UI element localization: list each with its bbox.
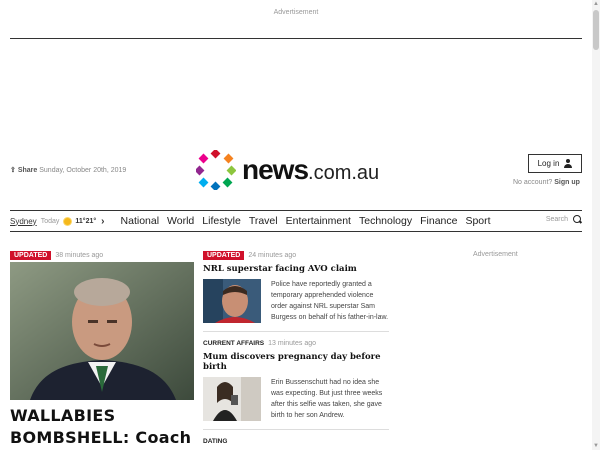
section-links: National World Lifestyle Travel Entertai…	[121, 215, 499, 227]
search-icon	[573, 215, 582, 224]
weather-day: Today	[40, 217, 60, 225]
story-thumbnail[interactable]	[203, 279, 261, 323]
story-summary: Police have reportedly granted a tempora…	[271, 281, 389, 321]
story-card[interactable]: UPDATED 24 minutes ago NRL superstar fac…	[203, 250, 389, 323]
weather-temps: 11°21°	[75, 217, 97, 225]
top-ad-divider	[10, 38, 582, 39]
updated-badge: UPDATED	[10, 251, 52, 260]
nav-item-finance[interactable]: Finance	[420, 215, 457, 227]
login-label: Log in	[537, 159, 560, 168]
chevron-right-icon[interactable]: ›	[101, 216, 104, 227]
nav-item-travel[interactable]: Travel	[249, 215, 278, 227]
sun-icon	[64, 217, 72, 225]
story-title[interactable]: NRL superstar facing AVO claim	[203, 264, 389, 274]
story-time: 13 minutes ago	[268, 340, 317, 347]
story-title[interactable]: Mum discovers pregnancy day before birth	[203, 352, 389, 372]
nav-item-world[interactable]: World	[167, 215, 194, 227]
scroll-up-arrow-icon[interactable]: ▲	[592, 0, 600, 8]
current-date: Sunday, October 20th, 2019	[39, 167, 127, 174]
story-summary: Erin Bussenschutt had no idea she was ex…	[271, 379, 383, 419]
scrollbar-thumb[interactable]	[593, 10, 599, 50]
updated-badge: UPDATED	[203, 251, 245, 260]
lead-story[interactable]: UPDATED 38 minutes ago WALLABIES BOMBSHE…	[10, 250, 194, 449]
user-icon	[564, 159, 573, 168]
scroll-down-arrow-icon[interactable]: ▼	[592, 442, 600, 450]
story-time: 24 minutes ago	[248, 252, 297, 259]
search-label: Search	[545, 216, 568, 223]
divider	[203, 429, 389, 430]
vertical-scrollbar[interactable]: ▲ ▼	[592, 0, 600, 450]
main-nav: Sydney Today 11°21° › National World Lif…	[10, 210, 582, 232]
side-ad-label: Advertisement	[473, 251, 518, 258]
share-link[interactable]: ⇪ Share	[10, 167, 37, 174]
logo-dots-icon	[196, 150, 236, 190]
site-logo[interactable]: news.com.au	[196, 150, 379, 190]
logo-wordmark: news.com.au	[242, 154, 380, 185]
signup-link[interactable]: Sign up	[554, 179, 580, 186]
account-prompt: No account? Sign up	[513, 179, 580, 186]
nav-item-technology[interactable]: Technology	[359, 215, 412, 227]
story-time: 38 minutes ago	[55, 252, 104, 259]
story-kicker[interactable]: DATING	[203, 438, 227, 445]
weather-city-link[interactable]: Sydney	[10, 217, 37, 226]
story-thumbnail[interactable]	[203, 377, 261, 421]
story-card[interactable]: DATING	[203, 436, 389, 447]
date-line: ⇪ Share Sunday, October 20th, 2019	[10, 166, 126, 174]
lead-story-image[interactable]	[10, 262, 194, 400]
nav-item-entertainment[interactable]: Entertainment	[286, 215, 351, 227]
top-ad-label: Advertisement	[273, 9, 319, 16]
story-kicker[interactable]: CURRENT AFFAIRS	[203, 340, 264, 347]
nav-item-sport[interactable]: Sport	[465, 215, 490, 227]
story-card[interactable]: CURRENT AFFAIRS 13 minutes ago Mum disco…	[203, 338, 389, 421]
divider	[203, 331, 389, 332]
nav-item-lifestyle[interactable]: Lifestyle	[202, 215, 241, 227]
story-column: UPDATED 24 minutes ago NRL superstar fac…	[203, 250, 389, 447]
search-button[interactable]: Search	[546, 215, 582, 224]
login-button[interactable]: Log in	[528, 154, 582, 173]
lead-story-headline[interactable]: WALLABIES BOMBSHELL: Coach	[10, 405, 194, 449]
nav-item-national[interactable]: National	[121, 215, 160, 227]
